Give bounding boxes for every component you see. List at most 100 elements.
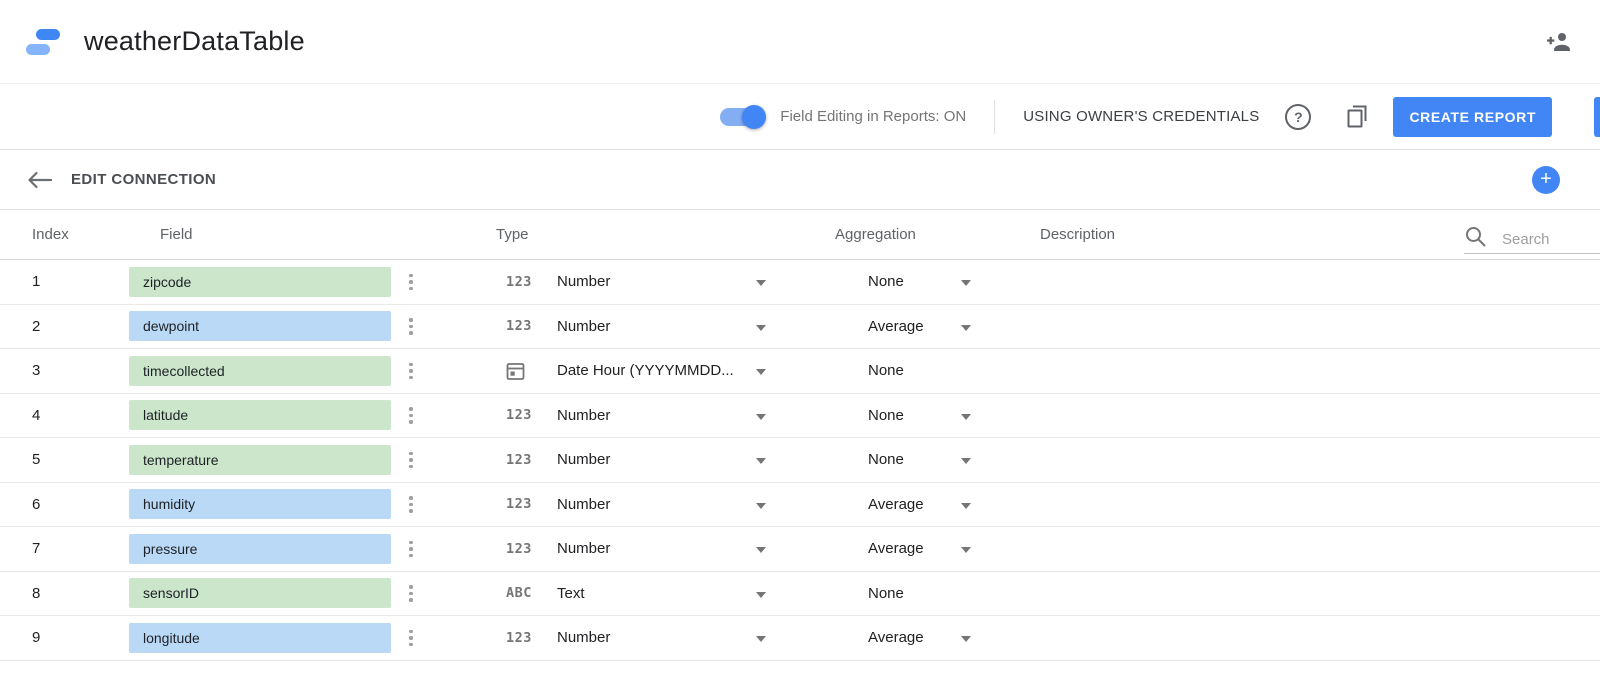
description-cell[interactable] (1040, 572, 1600, 616)
type-dropdown-arrow[interactable] (756, 280, 766, 286)
back-arrow-icon[interactable] (26, 171, 53, 189)
description-cell[interactable] (1040, 305, 1600, 349)
field-menu-button[interactable] (403, 360, 419, 383)
type-dropdown-arrow[interactable] (756, 503, 766, 509)
type-arrow-cell (756, 540, 835, 557)
type-icon: 123 (506, 407, 532, 423)
search-icon[interactable] (1464, 225, 1487, 248)
type-select[interactable]: Number (549, 407, 756, 424)
description-cell[interactable] (1040, 527, 1600, 571)
aggregation-select[interactable]: None (835, 362, 961, 379)
aggregation-dropdown-arrow[interactable] (961, 280, 971, 286)
aggregation-select[interactable]: None (835, 451, 961, 468)
aggregation-dropdown-arrow[interactable] (961, 325, 971, 331)
table-row: 5 temperature 123 Number None (0, 438, 1600, 483)
aggregation-dropdown-arrow[interactable] (961, 414, 971, 420)
calendar-icon (506, 361, 525, 381)
field-chip[interactable]: humidity (129, 489, 391, 519)
field-chip[interactable]: dewpoint (129, 311, 391, 341)
type-select[interactable]: Text (549, 585, 756, 602)
aggregation-select[interactable]: Average (835, 318, 961, 335)
copy-icon[interactable] (1345, 103, 1369, 130)
field-menu-button[interactable] (403, 404, 419, 427)
aggregation-select[interactable]: Average (835, 540, 961, 557)
description-cell[interactable] (1040, 349, 1600, 393)
table-row: 4 latitude 123 Number None (0, 394, 1600, 439)
menu-cell (391, 449, 496, 472)
edit-connection-label: EDIT CONNECTION (71, 171, 216, 188)
table-row: 3 timecollected calendar Date Hour (YYYY… (0, 349, 1600, 394)
type-select[interactable]: Number (549, 629, 756, 646)
add-field-button[interactable]: + (1532, 166, 1560, 194)
type-select[interactable]: Number (549, 318, 756, 335)
toggle-thumb (742, 105, 766, 129)
field-name: timecollected (143, 363, 225, 379)
aggregation-select[interactable]: Average (835, 629, 961, 646)
create-report-button[interactable]: CREATE REPORT (1393, 97, 1552, 137)
type-dropdown-arrow[interactable] (756, 325, 766, 331)
type-dropdown-arrow[interactable] (756, 414, 766, 420)
field-name: humidity (143, 496, 195, 512)
row-index: 3 (0, 362, 129, 379)
search-input[interactable] (1502, 231, 1592, 248)
credentials-label[interactable]: USING OWNER'S CREDENTIALS (1023, 108, 1259, 125)
field-menu-button[interactable] (403, 271, 419, 294)
field-menu-button[interactable] (403, 315, 419, 338)
field-chip[interactable]: timecollected (129, 356, 391, 386)
aggregation-arrow-cell (961, 585, 1040, 602)
field-chip[interactable]: longitude (129, 623, 391, 653)
type-icon: 123 (506, 630, 532, 646)
aggregation-dropdown-arrow[interactable] (961, 547, 971, 553)
field-menu-button[interactable] (403, 627, 419, 650)
type-select[interactable]: Number (549, 496, 756, 513)
description-cell[interactable] (1040, 438, 1600, 482)
field-name: latitude (143, 407, 188, 423)
type-arrow-cell (756, 273, 835, 290)
aggregation-dropdown-arrow[interactable] (961, 503, 971, 509)
type-select[interactable]: Number (549, 451, 756, 468)
datastudio-logo-icon (24, 24, 66, 60)
aggregation-dropdown-arrow[interactable] (961, 458, 971, 464)
field-name: longitude (143, 630, 200, 646)
description-cell[interactable] (1040, 260, 1600, 304)
toolbar: Field Editing in Reports: ON USING OWNER… (0, 84, 1600, 150)
field-chip[interactable]: temperature (129, 445, 391, 475)
field-chip[interactable]: latitude (129, 400, 391, 430)
type-dropdown-arrow[interactable] (756, 636, 766, 642)
help-icon[interactable]: ? (1285, 104, 1311, 130)
field-menu-button[interactable] (403, 582, 419, 605)
aggregation-select[interactable]: Average (835, 496, 961, 513)
type-dropdown-arrow[interactable] (756, 592, 766, 598)
description-cell[interactable] (1040, 616, 1600, 660)
field-menu-button[interactable] (403, 538, 419, 561)
aggregation-select[interactable]: None (835, 273, 961, 290)
person-add-icon[interactable] (1545, 31, 1572, 52)
type-select[interactable]: Date Hour (YYYYMMDD... (549, 362, 756, 379)
type-dropdown-arrow[interactable] (756, 547, 766, 553)
aggregation-dropdown-arrow[interactable] (961, 636, 971, 642)
description-cell[interactable] (1040, 483, 1600, 527)
field-chip[interactable]: sensorID (129, 578, 391, 608)
aggregation-label: None (868, 273, 904, 290)
aggregation-label: None (868, 362, 904, 379)
description-cell[interactable] (1040, 394, 1600, 438)
field-chip[interactable]: zipcode (129, 267, 391, 297)
field-menu-button[interactable] (403, 493, 419, 516)
field-menu-button[interactable] (403, 449, 419, 472)
aggregation-select[interactable]: None (835, 585, 961, 602)
table-row: 1 zipcode 123 Number None (0, 260, 1600, 305)
toolbar-divider (994, 100, 995, 134)
type-select[interactable]: Number (549, 540, 756, 557)
type-select[interactable]: Number (549, 273, 756, 290)
field-chip[interactable]: pressure (129, 534, 391, 564)
type-dropdown-arrow[interactable] (756, 458, 766, 464)
type-label: Number (557, 629, 610, 646)
type-dropdown-arrow[interactable] (756, 369, 766, 375)
field-cell: pressure (129, 534, 391, 564)
connection-bar: EDIT CONNECTION + (0, 150, 1600, 210)
field-cell: longitude (129, 623, 391, 653)
search-box (1464, 225, 1600, 254)
field-editing-toggle[interactable] (720, 107, 764, 127)
aggregation-select[interactable]: None (835, 407, 961, 424)
row-index: 6 (0, 496, 129, 513)
